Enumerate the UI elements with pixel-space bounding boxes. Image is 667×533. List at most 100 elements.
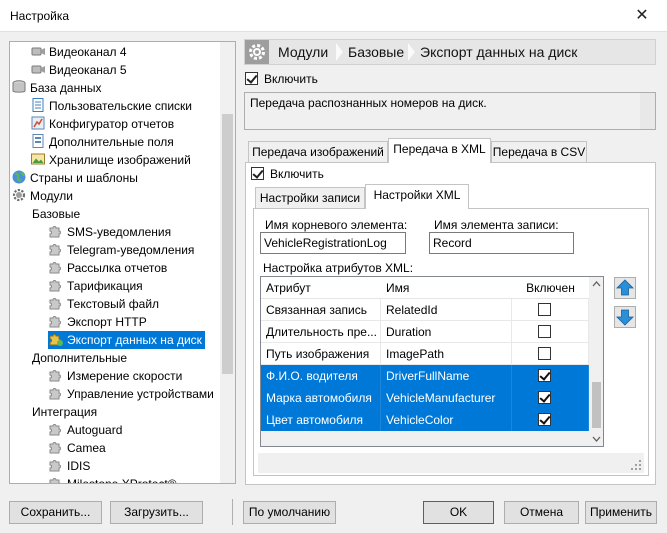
arrow-down-icon <box>616 309 634 326</box>
tree-item[interactable]: Хранилище изображений <box>30 151 194 169</box>
breadcrumb-item-basic[interactable]: Базовые <box>348 40 404 64</box>
tree-item[interactable]: Дополнительные <box>32 349 130 367</box>
tree-item[interactable]: Autoguard <box>48 421 125 439</box>
settings-tree[interactable]: Видеоканал 4 Видеоканал 5 База данных Польз… <box>9 41 236 484</box>
tree-item[interactable]: Базовые <box>32 205 83 223</box>
load-button[interactable]: Загрузить... <box>110 501 203 524</box>
tree-scrollbar[interactable] <box>220 42 235 483</box>
tree-item-label: Telegram-уведомления <box>67 243 195 257</box>
close-icon[interactable]: ✕ <box>628 4 656 28</box>
tree-item[interactable]: Milestone XProtect® <box>48 475 180 483</box>
report-icon <box>30 116 49 131</box>
puzzle-icon <box>48 441 67 455</box>
tree-item[interactable]: Тарификация <box>48 277 146 295</box>
name-cell[interactable]: VehicleColor <box>381 409 512 431</box>
tree-item[interactable]: Экспорт данных на диск <box>48 331 205 349</box>
resize-grip-icon[interactable] <box>630 459 642 471</box>
move-down-button[interactable] <box>614 306 636 328</box>
tree-item-label: Базовые <box>32 207 81 221</box>
tree-item[interactable]: SMS-уведомления <box>48 223 174 241</box>
enable-module-label: Включить <box>264 72 318 86</box>
enabled-checkbox[interactable] <box>538 303 551 316</box>
attribute-cell[interactable]: Путь изображения <box>261 343 381 365</box>
tree-item[interactable]: Camea <box>48 439 109 457</box>
grid-header-cell[interactable]: Включен <box>512 277 589 299</box>
tree-item[interactable]: Telegram-уведомления <box>48 241 197 259</box>
tree-item-label: Интеграция <box>32 405 98 419</box>
tree-scroll-thumb[interactable] <box>222 114 233 374</box>
cancel-button[interactable]: Отмена <box>504 501 579 524</box>
tree-item[interactable]: Интеграция <box>32 403 100 421</box>
enabled-checkbox[interactable] <box>538 391 551 404</box>
tree-item-label: Страны и шаблоны <box>30 171 138 185</box>
table-row[interactable]: Марка автомобиля VehicleManufacturer <box>261 387 589 409</box>
enabled-cell <box>512 299 589 321</box>
table-row[interactable]: Связанная запись RelatedId <box>261 299 589 321</box>
description-text: Передача распознанных номеров на диск. <box>250 96 487 110</box>
tree-item[interactable]: Управление устройствами <box>48 385 217 403</box>
name-cell[interactable]: DriverFullName <box>381 365 512 387</box>
tree-item[interactable]: IDIS <box>48 457 93 475</box>
tree-item-label: База данных <box>30 81 102 95</box>
name-cell[interactable]: RelatedId <box>381 299 512 321</box>
ok-button[interactable]: OK <box>423 501 494 524</box>
tab-record-settings[interactable]: Настройки записи <box>255 187 365 209</box>
enabled-checkbox[interactable] <box>538 413 551 426</box>
defaults-button[interactable]: По умолчанию <box>243 501 336 524</box>
name-cell[interactable]: ImagePath <box>381 343 512 365</box>
tree-item[interactable]: Пользовательские списки <box>30 97 195 115</box>
tree-item[interactable]: Дополнительные поля <box>30 133 177 151</box>
attribute-cell[interactable]: Ф.И.О. водителя <box>261 365 381 387</box>
tree-item[interactable]: Текстовый файл <box>48 295 162 313</box>
record-element-input[interactable]: Record <box>429 232 574 254</box>
enabled-checkbox[interactable] <box>538 347 551 360</box>
tree-item-label: Экспорт данных на диск <box>67 333 202 347</box>
tree-item[interactable]: База данных <box>11 79 104 97</box>
attribute-cell[interactable]: Цвет автомобиля <box>261 409 381 431</box>
name-cell[interactable]: VehicleManufacturer <box>381 387 512 409</box>
grid-header-cell[interactable]: Атрибут <box>261 277 381 299</box>
tab-xml-settings[interactable]: Настройки XML <box>365 184 469 209</box>
tree-item[interactable]: Видеоканал 5 <box>30 61 130 79</box>
module-description: Передача распознанных номеров на диск. <box>244 92 656 130</box>
puzzle-icon <box>48 261 67 275</box>
tab-xml-transfer[interactable]: Передача в XML <box>388 138 491 163</box>
table-row[interactable]: Длительность пре... Duration <box>261 321 589 343</box>
attribute-cell[interactable]: Длительность пре... <box>261 321 381 343</box>
tree-item-label: Модули <box>30 189 73 203</box>
enable-module-checkbox[interactable] <box>245 72 258 85</box>
description-scrollbar[interactable] <box>640 93 655 129</box>
camera-icon <box>30 45 49 59</box>
xml-attributes-grid[interactable]: Атрибут Имя Включен Связанная запись Related… <box>260 276 604 447</box>
table-row[interactable]: Путь изображения ImagePath <box>261 343 589 365</box>
tree-item-label: SMS-уведомления <box>67 225 172 239</box>
breadcrumb-item-modules[interactable]: Модули <box>278 40 328 64</box>
enabled-checkbox[interactable] <box>538 325 551 338</box>
table-row[interactable]: Ф.И.О. водителя DriverFullName <box>261 365 589 387</box>
name-cell[interactable]: Duration <box>381 321 512 343</box>
root-element-input[interactable]: VehicleRegistrationLog <box>260 232 406 254</box>
tree-item[interactable]: Страны и шаблоны <box>11 169 141 187</box>
grid-header-cell[interactable]: Имя <box>381 277 512 299</box>
tree-item[interactable]: Измерение скорости <box>48 367 185 385</box>
xml-enable-checkbox[interactable] <box>251 167 264 180</box>
tree-item[interactable]: Рассылка отчетов <box>48 259 170 277</box>
tree-item[interactable]: Видеоканал 4 <box>30 43 130 61</box>
tree-item[interactable]: Экспорт HTTP <box>48 313 150 331</box>
record-element-label: Имя элемента записи: <box>434 218 559 232</box>
apply-button[interactable]: Применить <box>585 501 657 524</box>
table-row[interactable]: Цвет автомобиля VehicleColor <box>261 409 589 431</box>
tree-item[interactable]: Конфигуратор отчетов <box>30 115 177 133</box>
enabled-checkbox[interactable] <box>538 369 551 382</box>
grid-scrollbar[interactable] <box>589 277 603 446</box>
breadcrumb-item-export[interactable]: Экспорт данных на диск <box>420 40 577 64</box>
attribute-cell[interactable]: Марка автомобиля <box>261 387 381 409</box>
attribute-cell[interactable]: Связанная запись <box>261 299 381 321</box>
tab-image-transfer[interactable]: Передача изображений <box>248 141 388 163</box>
tree-item[interactable]: Модули <box>11 187 76 205</box>
tab-csv-transfer[interactable]: Передача в CSV <box>491 141 587 163</box>
tree-item-label: Конфигуратор отчетов <box>49 117 175 131</box>
move-up-button[interactable] <box>614 277 636 299</box>
save-button[interactable]: Сохранить... <box>9 501 102 524</box>
list-icon <box>30 98 49 113</box>
